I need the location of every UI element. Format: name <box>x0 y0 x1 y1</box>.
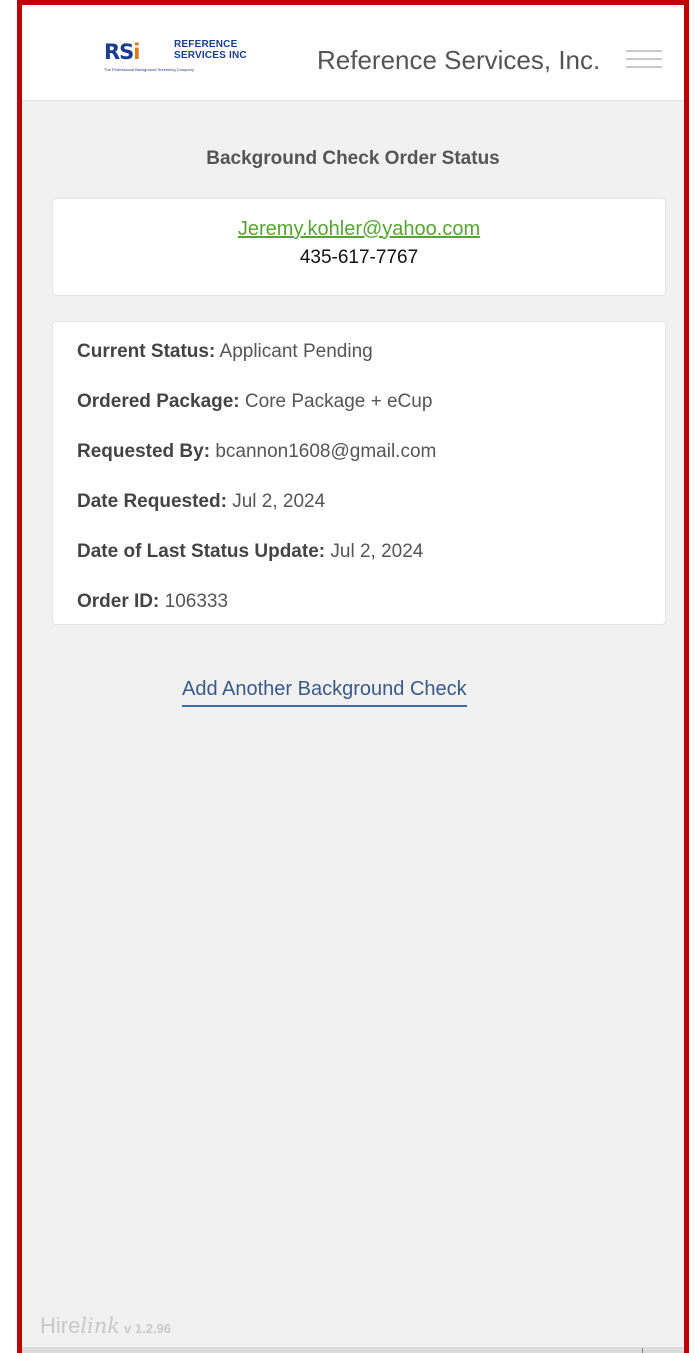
ordered-package-value: Core Package + eCup <box>244 391 433 412</box>
requested-by-row: Requested By: bcannon1608@gmail.com <box>77 440 641 490</box>
logo-tagline: The Professional Background Screening Co… <box>104 67 194 72</box>
logo-wordmark: REFERENCE SERVICES INC <box>174 39 269 61</box>
applicant-email-link[interactable]: Jeremy.kohler@yahoo.com <box>238 218 480 241</box>
logo-line-1: REFERENCE <box>174 39 238 50</box>
contact-card: Jeremy.kohler@yahoo.com 435-617-7767 <box>52 198 666 296</box>
brand-link: link <box>80 1314 121 1338</box>
last-update-label: Date of Last Status Update: <box>77 541 326 562</box>
last-update-value: Jul 2, 2024 <box>330 541 424 562</box>
date-requested-label: Date Requested: <box>77 491 227 512</box>
applicant-phone: 435-617-7767 <box>299 247 419 268</box>
order-id-label: Order ID: <box>77 591 160 612</box>
app-version: v 1.2.96 <box>124 1321 172 1336</box>
logo-mark: RSi <box>104 40 141 64</box>
top-header: RSi REFERENCE SERVICES INC The Professio… <box>22 5 684 101</box>
add-another-check-link[interactable]: Add Another Background Check <box>182 678 467 707</box>
page-title: Background Check Order Status <box>206 148 500 169</box>
bottom-scrollbar[interactable] <box>22 1347 684 1353</box>
current-status-value: Applicant Pending <box>219 341 373 362</box>
requested-by-value: bcannon1608@gmail.com <box>215 441 437 462</box>
hirelink-brand: Hirelink v 1.2.96 <box>40 1313 171 1339</box>
requested-by-label: Requested By: <box>77 441 211 462</box>
date-requested-row: Date Requested: Jul 2, 2024 <box>77 490 641 540</box>
order-id-value: 106333 <box>164 591 229 612</box>
brand-hire: Hire <box>40 1313 81 1338</box>
hamburger-menu-icon[interactable] <box>626 50 662 74</box>
app-title: Reference Services, Inc. <box>317 45 601 75</box>
ordered-package-label: Ordered Package: <box>77 391 240 412</box>
order-status-card: Current Status: Applicant Pending Ordere… <box>52 321 666 625</box>
company-logo[interactable]: RSi REFERENCE SERVICES INC The Professio… <box>104 37 269 79</box>
ordered-package-row: Ordered Package: Core Package + eCup <box>77 390 641 440</box>
logo-line-2: SERVICES INC <box>174 50 247 61</box>
current-status-label: Current Status: <box>77 341 216 362</box>
scrollbar-marker <box>642 1348 643 1353</box>
order-id-row: Order ID: 106333 <box>77 590 641 640</box>
app-frame: RSi REFERENCE SERVICES INC The Professio… <box>17 0 689 1353</box>
current-status-row: Current Status: Applicant Pending <box>77 340 641 390</box>
date-requested-value: Jul 2, 2024 <box>232 491 326 512</box>
last-update-row: Date of Last Status Update: Jul 2, 2024 <box>77 540 641 590</box>
